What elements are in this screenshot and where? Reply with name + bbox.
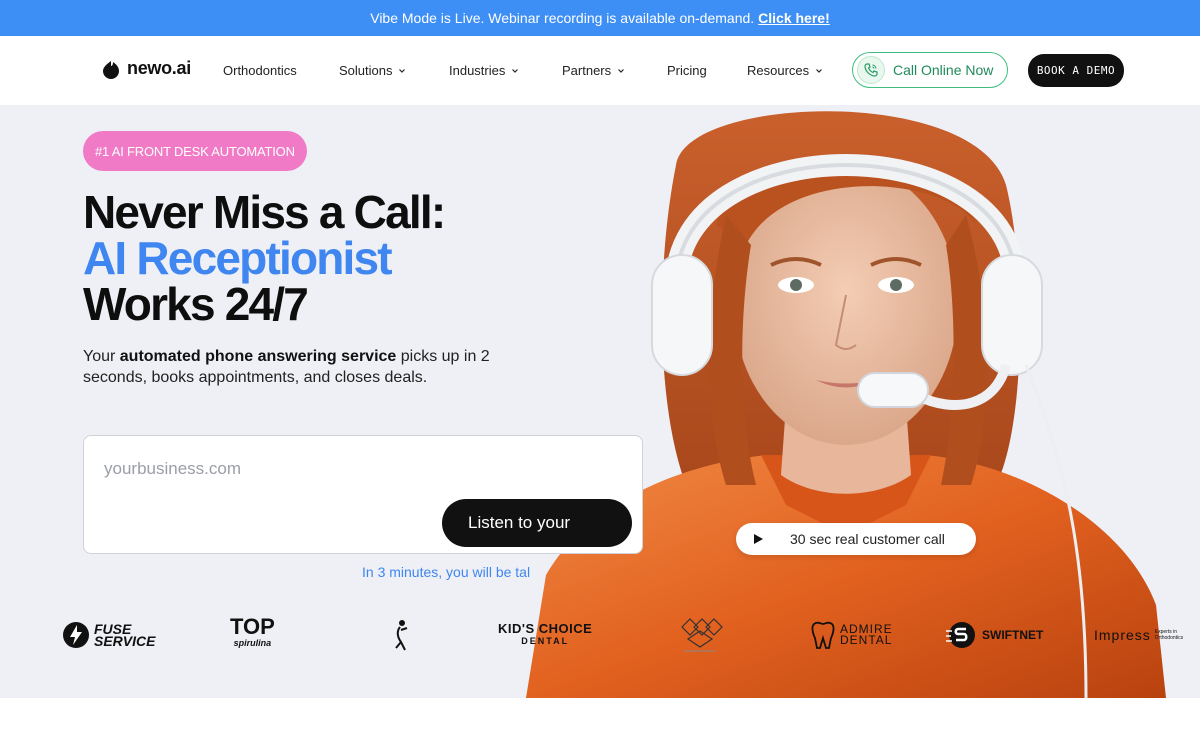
logo-top-bottom: spirulina (233, 638, 272, 648)
chevron-down-icon (618, 68, 625, 73)
play-call-label: 30 sec real customer call (790, 531, 945, 547)
logo-admire-dental: ADMIRE DENTAL (810, 610, 893, 660)
lightning-icon (63, 622, 89, 648)
logo-admire-bottom: DENTAL (840, 633, 893, 647)
logo-fuse-bottom: SERVICE (94, 633, 156, 649)
hero-section: #1 AI FRONT DESK AUTOMATION Never Miss a… (0, 105, 1200, 698)
headline-line-1: Never Miss a Call: (83, 186, 446, 238)
call-online-label: Call Online Now (893, 62, 994, 78)
nav-industries[interactable]: Industries (449, 63, 519, 78)
listen-button[interactable]: Listen to your (442, 499, 632, 547)
call-online-button[interactable]: Call Online Now (852, 52, 1008, 88)
book-demo-button[interactable]: BOOK A DEMO (1028, 54, 1124, 87)
logo-kids-top: KID'S CHOICE (498, 621, 593, 636)
nav-pricing[interactable]: Pricing (667, 63, 707, 78)
announcement-bar: Vibe Mode is Live. Webinar recording is … (0, 0, 1200, 36)
logo-fuse-service: FUSE SERVICE (62, 610, 155, 660)
logo-top-spirulina: TOP spirulina (230, 610, 275, 660)
logo-impress-tagline: Experts in Orthodontics (1154, 629, 1184, 641)
headline-line-3: Works 24/7 (83, 278, 309, 330)
hero-headline: Never Miss a Call: AI Receptionist Works… (83, 186, 446, 330)
logo-impress: Impress Experts in Orthodontics (1094, 610, 1195, 660)
nav-label: Pricing (667, 63, 707, 78)
hero-subtitle: Your automated phone answering service p… (83, 346, 523, 388)
hero-badge: #1 AI FRONT DESK AUTOMATION (83, 131, 307, 171)
logo-kids-bottom: DENTAL (521, 636, 570, 646)
logo-impress-text: Impress (1094, 627, 1151, 643)
tooth-icon (811, 621, 835, 649)
logo-swiftnet: SWIFTNET (946, 610, 1043, 660)
nav-label: Partners (562, 63, 612, 78)
business-url-card: Listen to your (83, 435, 643, 554)
subtitle-prefix: Your (83, 348, 120, 365)
nav-label: Resources (747, 63, 810, 78)
chevron-down-icon (816, 68, 823, 73)
nav-resources[interactable]: Resources (747, 63, 823, 78)
nav-label: Industries (449, 63, 506, 78)
headline-line-2: AI Receptionist (83, 232, 393, 284)
site-header: newo.ai Orthodontics Solutions Industrie… (0, 36, 1200, 105)
phone-icon (857, 56, 885, 84)
logo-flame-icon (103, 60, 119, 79)
nav-orthodontics[interactable]: Orthodontics (223, 63, 297, 78)
client-logos: FUSE SERVICE TOP spirulina KID'S CHOICE … (0, 610, 1200, 660)
logo[interactable]: newo.ai (101, 58, 191, 79)
logo-swiftnet-text: SWIFTNET (982, 628, 1044, 642)
logo-figure-mark (392, 610, 410, 660)
nav-partners[interactable]: Partners (562, 63, 625, 78)
swiftnet-icon (946, 622, 975, 648)
nav-label: Solutions (339, 63, 393, 78)
announcement-text: Vibe Mode is Live. Webinar recording is … (370, 10, 755, 26)
nav-label: Orthodontics (223, 63, 297, 78)
announcement-link[interactable]: Click here! (758, 10, 830, 26)
figure-icon (395, 620, 408, 651)
logo-top-top: TOP (230, 614, 275, 639)
logo-kids-choice: KID'S CHOICE DENTAL (498, 610, 592, 660)
logo-text: newo.ai (127, 58, 191, 78)
logo-diamonds-mark (676, 610, 724, 660)
nav-solutions[interactable]: Solutions (339, 63, 406, 78)
hero-note: In 3 minutes, you will be tal (362, 564, 531, 580)
chevron-down-icon (512, 68, 519, 73)
diamonds-icon (681, 618, 723, 652)
play-call-button[interactable]: 30 sec real customer call (736, 523, 976, 555)
chevron-down-icon (399, 68, 406, 73)
play-icon (754, 534, 763, 544)
subtitle-bold: automated phone answering service (119, 348, 397, 365)
business-url-input[interactable] (104, 456, 604, 482)
